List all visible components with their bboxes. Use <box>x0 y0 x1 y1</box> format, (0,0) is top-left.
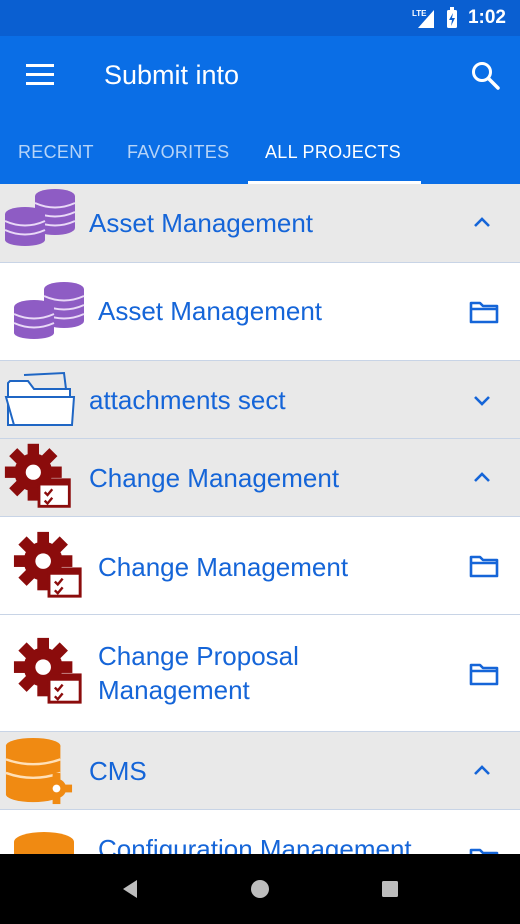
system-nav-bar <box>0 854 520 924</box>
folder-icon[interactable] <box>469 553 499 579</box>
group-attachments-sect[interactable]: attachments sect <box>0 361 520 439</box>
item-label: Change Management <box>98 552 349 582</box>
item-label: Change Proposal Management <box>98 639 299 707</box>
home-circle-icon[interactable] <box>247 876 273 902</box>
back-triangle-icon[interactable] <box>118 876 144 902</box>
lte-signal-icon: LTE <box>412 9 434 28</box>
item-label: Configuration Management <box>98 834 412 854</box>
database-orange-icon <box>14 832 74 854</box>
folder-icon[interactable] <box>469 846 499 854</box>
list-item-change-proposal-management[interactable]: Change Proposal Management <box>0 615 520 732</box>
group-label: Change Management <box>89 463 340 493</box>
list-item-configuration-management[interactable]: Configuration Management <box>0 810 520 854</box>
network-type: LTE <box>412 9 427 18</box>
status-bar: LTE 1:02 <box>0 0 520 36</box>
chevron-up-icon[interactable] <box>470 211 494 235</box>
group-label: Asset Management <box>89 208 314 238</box>
gear-checklist-red-icon <box>12 529 86 601</box>
gear-checklist-red-icon <box>3 441 75 511</box>
group-cms[interactable]: CMS <box>0 732 520 810</box>
group-label: attachments sect <box>89 385 286 415</box>
chevron-down-icon[interactable] <box>470 388 494 412</box>
item-label-line-2: Management <box>98 675 250 705</box>
status-icons: LTE 1:02 <box>412 6 506 30</box>
list-item-asset-management[interactable]: Asset Management <box>0 263 520 361</box>
tab-recent[interactable]: RECENT <box>18 132 94 184</box>
chevron-up-icon[interactable] <box>470 466 494 490</box>
chevron-up-icon[interactable] <box>470 759 494 783</box>
tab-bar: RECENT FAVORITES ALL PROJECTS <box>0 132 520 184</box>
tab-all-projects[interactable]: ALL PROJECTS <box>265 132 401 184</box>
folder-icon[interactable] <box>469 661 499 687</box>
project-list[interactable]: Asset Management Asset Management attach… <box>0 184 520 854</box>
group-label: CMS <box>89 756 147 786</box>
item-label: Asset Management <box>98 296 323 326</box>
folder-icon[interactable] <box>469 299 499 325</box>
list-item-change-management[interactable]: Change Management <box>0 517 520 615</box>
app-bar: Submit into RECENT FAVORITES ALL PROJECT… <box>0 36 520 184</box>
group-change-management[interactable]: Change Management <box>0 439 520 517</box>
database-purple-icon <box>12 275 86 345</box>
folder-outline-icon <box>4 369 76 429</box>
page-title: Submit into <box>104 60 240 90</box>
recents-square-icon[interactable] <box>377 876 403 902</box>
hamburger-menu-icon[interactable] <box>26 64 56 86</box>
battery-charging-icon <box>446 7 457 28</box>
item-label-line-1: Change Proposal <box>98 641 299 671</box>
search-icon[interactable] <box>470 60 502 92</box>
gear-checklist-red-icon <box>12 635 86 707</box>
clock: 1:02 <box>467 7 506 28</box>
database-gear-orange-icon <box>2 736 76 806</box>
group-asset-management[interactable]: Asset Management <box>0 184 520 263</box>
database-purple-icon <box>3 188 77 246</box>
tab-favorites[interactable]: FAVORITES <box>127 132 229 184</box>
